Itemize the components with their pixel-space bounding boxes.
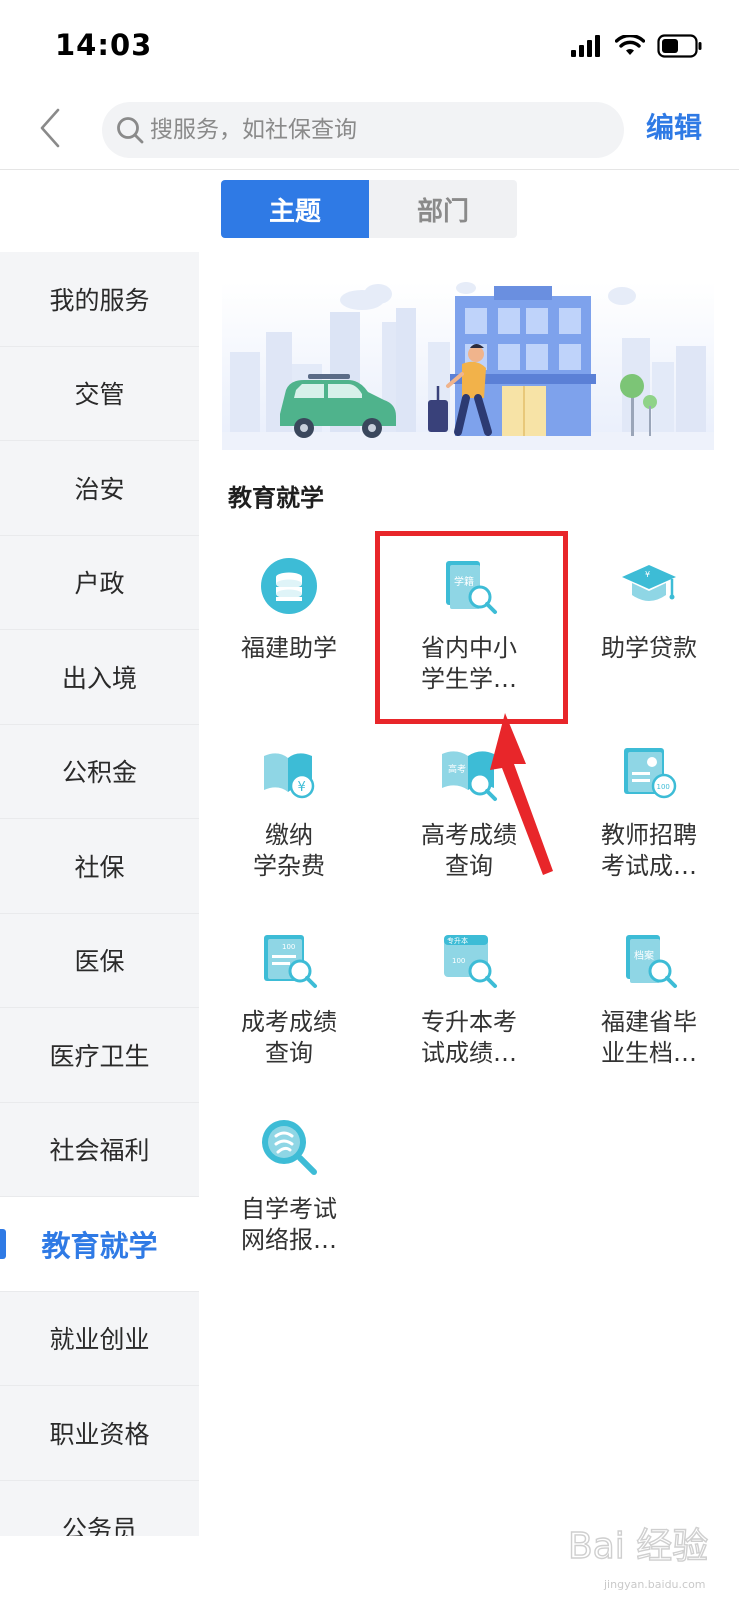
sidebar-item-employment[interactable]: 就业创业	[0, 1292, 199, 1386]
coin-stack-icon	[261, 558, 317, 614]
archive-search-icon: 档案	[626, 935, 677, 988]
chevron-left-icon	[40, 108, 60, 148]
sidebar-item-medical-insurance[interactable]: 医保	[0, 914, 199, 1008]
sidebar-item-qualification[interactable]: 职业资格	[0, 1386, 199, 1481]
service-self-study-exam[interactable]: 自学考试 网络报…	[199, 1116, 379, 1296]
section-title: 教育就学	[228, 484, 324, 512]
svg-text:100: 100	[282, 943, 295, 951]
service-fujian-student-aid[interactable]: 福建助学	[199, 555, 379, 735]
service-label: 福建省毕 业生档…	[601, 1008, 697, 1067]
sidebar-item-social-security[interactable]: 社保	[0, 819, 199, 914]
search-box[interactable]	[102, 102, 624, 158]
magnifier-icon	[262, 1120, 317, 1175]
certificate-search-icon: 100	[264, 935, 317, 988]
watermark-domain: jingyan.baidu.com	[604, 1578, 706, 1591]
active-indicator	[0, 1229, 6, 1259]
sidebar-item-civil-servant[interactable]: 公务员	[0, 1481, 199, 1536]
baidu-jingyan-logo: Bai 经验	[568, 1525, 709, 1567]
header: 编辑	[0, 92, 739, 170]
icon-badge: 高考	[448, 763, 466, 775]
status-icons	[571, 34, 703, 58]
service-teacher-recruitment-score[interactable]: 100 教师招聘 考试成…	[559, 742, 739, 922]
education-banner-illustration	[222, 282, 714, 450]
service-adult-exam-score[interactable]: 100 成考成绩 查询	[199, 929, 379, 1109]
service-graduate-archive[interactable]: 档案 福建省毕 业生档…	[559, 929, 739, 1109]
search-icon	[117, 117, 144, 144]
svg-text:¥: ¥	[645, 570, 650, 579]
service-upgrade-exam-score[interactable]: 专升本 100 专升本考 试成绩…	[379, 929, 559, 1109]
service-label: 专升本考 试成绩…	[421, 1008, 517, 1067]
book-search-icon: 高考	[442, 751, 497, 801]
battery-icon	[657, 34, 702, 58]
service-label: 高考成绩 查询	[421, 821, 517, 880]
service-pay-tuition[interactable]: ¥ 缴纳 学杂费	[199, 742, 379, 922]
sidebar-item-exit-entry[interactable]: 出入境	[0, 630, 199, 725]
watermark-brand: Bai 经验	[568, 1526, 708, 1567]
svg-text:¥: ¥	[298, 780, 306, 795]
sidebar-item-my-services[interactable]: 我的服务	[0, 252, 199, 347]
sidebar-item-education[interactable]: 教育就学	[0, 1197, 199, 1292]
service-label: 助学贷款	[601, 634, 697, 662]
service-student-loan[interactable]: ¥ 助学贷款	[559, 555, 739, 735]
cellular-signal-icon	[571, 35, 600, 57]
svg-text:100: 100	[657, 783, 670, 791]
back-button[interactable]	[30, 106, 74, 150]
service-label: 福建助学	[241, 634, 337, 662]
sidebar-item-household[interactable]: 户政	[0, 536, 199, 630]
sidebar-item-label: 教育就学	[41, 1228, 158, 1263]
id-card-score-icon: 100	[624, 748, 677, 799]
sidebar-item-healthcare[interactable]: 医疗卫生	[0, 1008, 199, 1103]
book-yuan-icon: ¥	[264, 753, 315, 799]
sidebar-item-housing-fund[interactable]: 公积金	[0, 725, 199, 819]
icon-badge: 专升本	[447, 936, 468, 945]
tab-bar: 主题 部门	[221, 180, 517, 238]
service-label: 缴纳 学杂费	[253, 821, 325, 880]
scroll-search-icon: 专升本 100	[444, 935, 497, 988]
sidebar-item-social-welfare[interactable]: 社会福利	[0, 1103, 199, 1197]
service-label: 教师招聘 考试成…	[601, 821, 697, 880]
service-gaokao-score[interactable]: 高考 高考成绩 查询	[379, 742, 559, 922]
sidebar-item-public-security[interactable]: 治安	[0, 441, 199, 536]
wifi-icon	[615, 35, 645, 55]
sidebar: 我的服务 交管 治安 户政 出入境 公积金 社保 医保 医疗卫生 社会福利 教育…	[0, 252, 199, 1536]
svg-text:100: 100	[452, 957, 465, 965]
search-input[interactable]	[150, 102, 610, 158]
highlight-box	[375, 531, 568, 724]
icon-badge: 档案	[634, 949, 654, 962]
tab-topic[interactable]: 主题	[221, 180, 369, 238]
edit-button[interactable]: 编辑	[646, 106, 702, 146]
status-bar: 14:03	[0, 0, 739, 92]
status-time: 14:03	[55, 28, 153, 62]
tab-department[interactable]: 部门	[369, 180, 517, 238]
service-label: 自学考试 网络报…	[241, 1195, 337, 1254]
sidebar-item-traffic[interactable]: 交管	[0, 347, 199, 441]
service-label: 成考成绩 查询	[241, 1008, 337, 1067]
graduation-cap-icon: ¥	[622, 565, 676, 601]
